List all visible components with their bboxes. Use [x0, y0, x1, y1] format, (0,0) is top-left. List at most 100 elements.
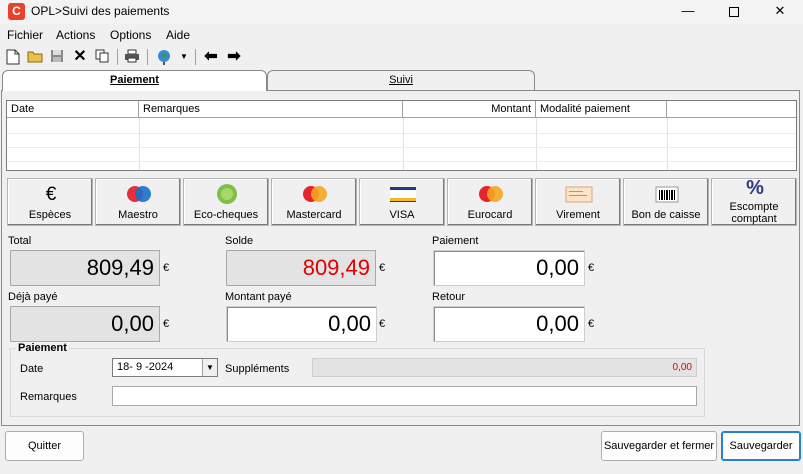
menu-aide[interactable]: Aide: [166, 28, 190, 42]
close-button[interactable]: ✕: [758, 0, 802, 24]
bon-de-caisse-label: Bon de caisse: [631, 209, 701, 221]
toolbar-separator: [117, 49, 118, 65]
date-dropdown-button[interactable]: ▼: [202, 359, 217, 376]
date-picker[interactable]: 18- 9 -2024 ▼: [112, 358, 218, 377]
eurocard-icon: [479, 186, 503, 202]
column-header-modalite[interactable]: Modalité paiement: [536, 101, 667, 118]
row-divider: [7, 147, 796, 148]
retour-currency: €: [588, 318, 595, 330]
menu-actions[interactable]: Actions: [56, 28, 95, 42]
visa-button[interactable]: VISA: [359, 178, 445, 226]
supplements-value: 0,00: [312, 358, 697, 377]
mastercard-icon: [303, 186, 327, 202]
montant-paye-input[interactable]: 0,00: [226, 306, 377, 342]
mastercard-label: Mastercard: [286, 209, 342, 221]
virement-button[interactable]: Virement: [535, 178, 621, 226]
paiement-currency: €: [588, 262, 595, 274]
paiement-group-title: Paiement: [16, 342, 69, 354]
save-button[interactable]: Sauvegarder: [721, 431, 801, 461]
column-header-date[interactable]: Date: [7, 101, 139, 118]
column-divider: [667, 118, 668, 170]
date-label: Date: [20, 363, 44, 375]
retour-label: Retour: [432, 291, 466, 303]
especes-label: Espèces: [28, 209, 72, 221]
tab-suivi-label: Suivi: [389, 74, 413, 86]
escompte-comptant-label: Escompte comptant: [729, 201, 779, 225]
solde-value: 809,49: [226, 250, 376, 286]
solde-label: Solde: [225, 235, 254, 247]
tab-paiement-label: Paiement: [110, 74, 159, 86]
eurocard-label: Eurocard: [467, 209, 513, 221]
total-value: 809,49: [10, 250, 160, 286]
quit-button[interactable]: Quitter: [5, 431, 84, 461]
save-and-close-button[interactable]: Sauvegarder et fermer: [601, 431, 717, 461]
maestro-card-icon: [127, 186, 151, 202]
delete-icon[interactable]: ✕: [72, 49, 88, 65]
tab-suivi[interactable]: Suivi: [267, 70, 535, 90]
montant-paye-label: Montant payé: [225, 291, 292, 303]
bank-transfer-icon: [565, 186, 593, 203]
visa-card-icon: [390, 187, 416, 202]
menu-bar: Fichier Actions Options Aide: [0, 26, 803, 44]
open-folder-icon[interactable]: [27, 49, 43, 65]
especes-button[interactable]: € Espèces: [7, 178, 93, 226]
solde-currency: €: [379, 262, 386, 274]
menu-options[interactable]: Options: [110, 28, 151, 42]
app-logo-icon: C: [8, 3, 25, 20]
bon-de-caisse-button[interactable]: Bon de caisse: [623, 178, 709, 226]
column-divider: [536, 118, 537, 170]
euro-icon: €: [45, 184, 57, 205]
column-header-remarques[interactable]: Remarques: [139, 101, 403, 118]
barcode-voucher-icon: [655, 186, 679, 203]
montant-paye-currency: €: [379, 318, 386, 330]
eco-cheques-label: Eco-cheques: [193, 209, 259, 221]
save-icon[interactable]: [49, 49, 65, 65]
eco-cheques-button[interactable]: Eco-cheques: [183, 178, 269, 226]
column-header-montant[interactable]: Montant: [403, 101, 536, 118]
maestro-label: Maestro: [118, 209, 158, 221]
new-file-icon[interactable]: [5, 49, 21, 65]
window-title: OPL>Suivi des paiements: [31, 4, 170, 18]
column-divider: [403, 118, 404, 170]
remarques-label: Remarques: [20, 391, 77, 403]
arrow-right-icon[interactable]: ➡: [226, 49, 242, 65]
retour-input[interactable]: 0,00: [433, 306, 585, 342]
title-bar: C OPL>Suivi des paiements — ✕: [0, 0, 803, 24]
arrow-left-icon[interactable]: ⬅: [203, 49, 219, 65]
toolbar-separator: [147, 49, 148, 65]
print-icon[interactable]: [124, 49, 140, 65]
copy-icon[interactable]: [94, 49, 110, 65]
eco-cheque-icon: [217, 184, 237, 204]
menu-fichier[interactable]: Fichier: [7, 28, 43, 42]
column-header-empty[interactable]: [667, 101, 796, 118]
deja-paye-currency: €: [163, 318, 170, 330]
mastercard-button[interactable]: Mastercard: [271, 178, 357, 226]
escompte-comptant-button[interactable]: % Escompte comptant: [711, 178, 797, 226]
globe-icon[interactable]: [156, 49, 172, 65]
total-currency: €: [163, 262, 170, 274]
supplements-label: Suppléments: [225, 363, 290, 375]
deja-paye-value: 0,00: [10, 306, 160, 342]
chevron-down-icon: ▼: [206, 363, 214, 372]
percent-discount-icon: %: [746, 177, 764, 199]
total-label: Total: [8, 235, 32, 247]
visa-label: VISA: [389, 209, 415, 221]
deja-paye-label: Déjà payé: [8, 291, 58, 303]
toolbar: ✕ ▼ ⬅ ➡: [0, 46, 803, 68]
tab-paiement[interactable]: Paiement: [2, 70, 267, 91]
maximize-icon: [729, 6, 739, 17]
column-divider: [139, 118, 140, 170]
paiement-label: Paiement: [432, 235, 479, 247]
row-divider: [7, 133, 796, 134]
row-divider: [7, 161, 796, 162]
remarques-input[interactable]: [112, 386, 697, 406]
eurocard-button[interactable]: Eurocard: [447, 178, 533, 226]
maestro-button[interactable]: Maestro: [95, 178, 181, 226]
virement-label: Virement: [556, 209, 600, 221]
payments-table[interactable]: Date Remarques Montant Modalité paiement: [6, 100, 797, 171]
paiement-input[interactable]: 0,00: [433, 250, 585, 286]
maximize-button[interactable]: [712, 0, 756, 24]
minimize-button[interactable]: —: [666, 0, 710, 24]
chevron-down-icon[interactable]: ▼: [176, 49, 192, 65]
toolbar-separator: [195, 49, 196, 65]
